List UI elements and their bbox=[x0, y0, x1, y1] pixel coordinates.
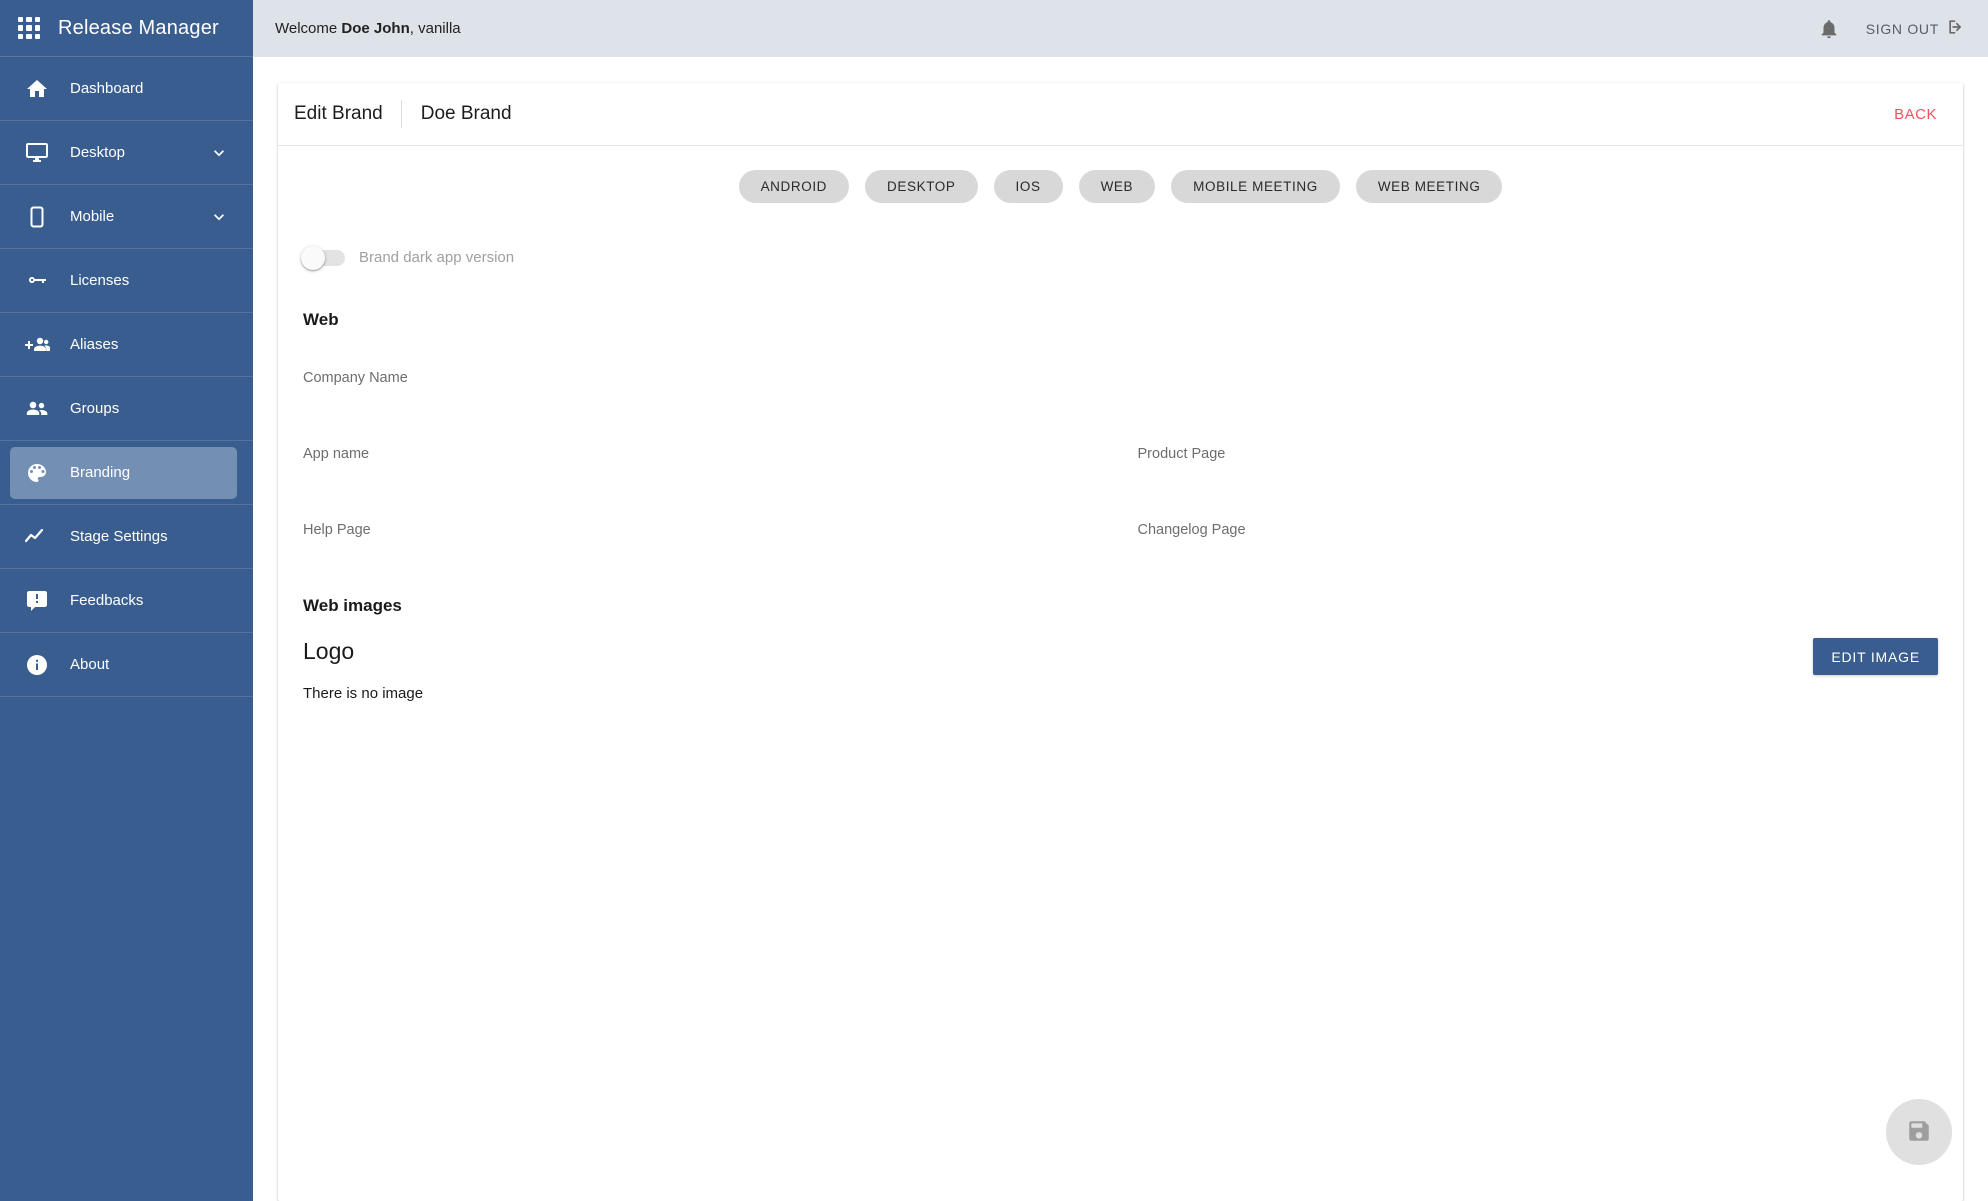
sidebar-item-label: Aliases bbox=[70, 336, 119, 353]
sidebar-item-label: Feedbacks bbox=[70, 592, 144, 609]
changelog-page-field[interactable]: Changelog Page bbox=[1138, 508, 1939, 550]
sidebar-item-mobile[interactable]: Mobile bbox=[0, 185, 253, 249]
card-header: Edit Brand Doe Brand BACK bbox=[278, 83, 1963, 146]
chevron-down-icon[interactable] bbox=[209, 207, 229, 227]
feedback-icon bbox=[24, 588, 50, 614]
company-name-label: Company Name bbox=[303, 370, 408, 386]
sign-out-label: SIGN OUT bbox=[1865, 20, 1939, 37]
topbar: Welcome Doe John, vanilla SIGN OUT bbox=[253, 0, 1988, 57]
brand-dark-toggle[interactable] bbox=[301, 245, 345, 270]
app-name-field[interactable]: App name bbox=[303, 432, 1104, 474]
bell-icon[interactable] bbox=[1818, 18, 1840, 40]
content-wrapper: Edit Brand Doe Brand BACK ANDROID DESKTO… bbox=[253, 57, 1988, 1201]
sidebar-nav: Dashboard Desktop Mobile Licenses Aliase… bbox=[0, 57, 253, 697]
help-page-label: Help Page bbox=[303, 522, 371, 538]
sidebar-item-stage-settings[interactable]: Stage Settings bbox=[0, 505, 253, 569]
web-images-heading: Web images bbox=[303, 596, 402, 615]
sidebar-item-label: Stage Settings bbox=[70, 528, 168, 545]
chevron-down-icon[interactable] bbox=[209, 143, 229, 163]
sign-out-button[interactable]: SIGN OUT bbox=[1866, 17, 1966, 40]
sidebar-item-licenses[interactable]: Licenses bbox=[0, 249, 253, 313]
main-area: Welcome Doe John, vanilla SIGN OUT Edit … bbox=[253, 0, 1988, 1201]
exit-to-app-icon bbox=[1946, 17, 1966, 40]
welcome-username: Doe John bbox=[341, 20, 410, 37]
sidebar-item-dashboard[interactable]: Dashboard bbox=[0, 57, 253, 121]
sidebar-item-label: Mobile bbox=[70, 208, 115, 225]
sidebar-item-groups[interactable]: Groups bbox=[0, 377, 253, 441]
platform-chips: ANDROID DESKTOP IOS WEB MOBILE MEETING W… bbox=[278, 146, 1963, 209]
back-button[interactable]: BACK bbox=[1894, 106, 1937, 123]
breadcrumb-brand-name: Doe Brand bbox=[420, 103, 512, 124]
chip-desktop[interactable]: DESKTOP bbox=[865, 170, 978, 203]
chip-mobile-meeting[interactable]: MOBILE MEETING bbox=[1171, 170, 1340, 203]
chip-android[interactable]: ANDROID bbox=[738, 170, 850, 203]
logo-section: Logo There is no image EDIT IMAGE bbox=[303, 638, 1938, 702]
company-name-field[interactable]: Company Name bbox=[303, 356, 1938, 398]
product-page-field[interactable]: Product Page bbox=[1138, 432, 1939, 474]
chip-ios[interactable]: IOS bbox=[993, 170, 1063, 203]
save-icon bbox=[1906, 1118, 1932, 1147]
changelog-page-label: Changelog Page bbox=[1137, 522, 1246, 538]
sidebar: Release Manager Dashboard Desktop Mobile… bbox=[0, 0, 253, 1201]
welcome-message: Welcome Doe John, vanilla bbox=[275, 20, 461, 37]
people-icon bbox=[24, 396, 50, 422]
apps-grid-icon[interactable] bbox=[18, 17, 40, 39]
chip-web-meeting[interactable]: WEB MEETING bbox=[1355, 170, 1503, 203]
info-icon bbox=[24, 652, 50, 678]
logo-empty-text: There is no image bbox=[303, 685, 424, 702]
sidebar-item-branding[interactable]: Branding bbox=[0, 441, 253, 505]
product-page-label: Product Page bbox=[1137, 446, 1226, 462]
breadcrumb-edit-brand: Edit Brand bbox=[294, 103, 383, 124]
dark-version-toggle-row: Brand dark app version bbox=[301, 245, 1938, 270]
welcome-prefix: Welcome bbox=[275, 20, 342, 37]
sidebar-item-desktop[interactable]: Desktop bbox=[0, 121, 253, 185]
sidebar-item-label: Branding bbox=[70, 464, 131, 481]
welcome-suffix: , vanilla bbox=[409, 20, 461, 37]
logo-info: Logo There is no image bbox=[303, 638, 423, 702]
toggle-knob bbox=[301, 245, 325, 270]
brand-dark-toggle-label: Brand dark app version bbox=[359, 249, 515, 266]
app-name-label: App name bbox=[303, 446, 370, 462]
form-body: Brand dark app version Web Company Name … bbox=[278, 209, 1963, 702]
sidebar-item-about[interactable]: About bbox=[0, 633, 253, 697]
chip-web[interactable]: WEB bbox=[1078, 170, 1156, 203]
sidebar-item-label: Desktop bbox=[70, 144, 126, 161]
sidebar-brand[interactable]: Release Manager bbox=[0, 0, 253, 57]
key-icon bbox=[24, 268, 50, 294]
sidebar-item-label: About bbox=[70, 656, 110, 673]
sidebar-item-feedbacks[interactable]: Feedbacks bbox=[0, 569, 253, 633]
trending-up-icon bbox=[24, 524, 50, 550]
sidebar-item-label: Dashboard bbox=[70, 80, 144, 97]
field-row-2: Help Page Changelog Page bbox=[303, 508, 1938, 550]
field-row-1: App name Product Page bbox=[303, 432, 1938, 474]
edit-image-button[interactable]: EDIT IMAGE bbox=[1813, 638, 1938, 675]
edit-brand-card: Edit Brand Doe Brand BACK ANDROID DESKTO… bbox=[278, 83, 1963, 1201]
home-icon bbox=[24, 76, 50, 102]
app-title: Release Manager bbox=[58, 16, 219, 39]
logo-title: Logo bbox=[303, 638, 355, 664]
help-page-field[interactable]: Help Page bbox=[303, 508, 1104, 550]
topbar-actions: SIGN OUT bbox=[1818, 17, 1966, 40]
person-add-icon bbox=[24, 332, 50, 358]
app-root: Release Manager Dashboard Desktop Mobile… bbox=[0, 0, 1988, 1201]
sidebar-item-aliases[interactable]: Aliases bbox=[0, 313, 253, 377]
save-fab-button[interactable] bbox=[1886, 1099, 1952, 1165]
palette-icon bbox=[24, 460, 50, 486]
monitor-icon bbox=[24, 140, 50, 166]
smartphone-icon bbox=[24, 204, 50, 230]
web-section-heading: Web bbox=[303, 310, 339, 329]
sidebar-item-label: Licenses bbox=[70, 272, 130, 289]
sidebar-item-label: Groups bbox=[70, 400, 120, 417]
